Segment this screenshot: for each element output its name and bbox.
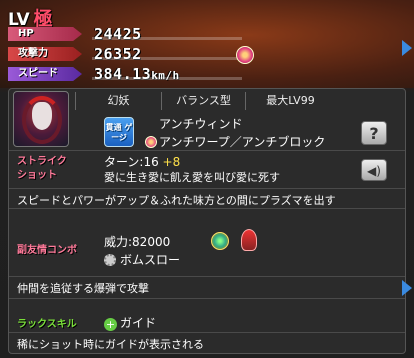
luck-skill-description: 稀にショット時にガイドが表示される [17,338,204,351]
ability-row: 幻妖 バランス型 最大LV99 貫通 ゲージ アンチウィンド アンチワープ／アン… [9,89,405,151]
hp-value: 24425 [94,25,142,43]
atk-value: 26352 [94,45,142,63]
rocket-icon [241,229,257,251]
stats-header: LV 極 HP 24425 攻撃力 26352 スピード 384.13km/h [0,0,414,88]
tribe-tag: 幻妖 [75,92,161,110]
luck-skill-name-wrap: + ガイド [104,314,156,331]
monster-portrait [13,91,69,147]
scroll-arrow-icon[interactable] [402,280,412,296]
hp-bar [92,37,242,40]
gauge-gem-icon [145,136,157,148]
max-level-tag: 最大LV99 [245,92,335,110]
spd-number: 384.13 [94,65,152,83]
plus-icon: + [104,318,117,331]
combo-power: 威力:82000 [104,235,171,249]
ability-2: アンチワープ／アンチブロック [159,135,326,149]
combo-name: ボムスロー [120,253,181,267]
ability-2-wrap: アンチワープ／アンチブロック [145,133,325,150]
combo-description: 仲間を追従する爆弾で攻撃 [17,282,149,295]
ability-1: アンチウィンド [159,117,243,131]
combo-label: 副友情コンボ [17,245,77,256]
combo-desc-row: 仲間を追従する爆弾で攻撃 [9,277,405,299]
spd-bar [92,77,242,80]
speaker-icon[interactable]: ◀) [361,159,387,181]
gauge-icon [236,46,254,64]
pierce-gauge-icon: 貫通 ゲージ [104,117,134,147]
atk-stat: 攻撃力 26352 [8,45,308,63]
portrait-face [32,102,52,130]
detail-panel: 幻妖 バランス型 最大LV99 貫通 ゲージ アンチウィンド アンチワープ／アン… [8,88,406,354]
luck-skill-row: ラックスキル + ガイド [9,311,405,333]
strike-shot-row: ストライク ショット ターン:16 +8 愛に生き愛に飢え愛を叫び愛に死す ◀) [9,151,405,189]
atk-bar [92,57,242,60]
luck-desc-row: 稀にショット時にガイドが表示される [9,333,405,353]
gear-icon [104,254,116,266]
combo-row: 副友情コンボ 威力:82000 ボムスロー [9,229,405,277]
next-arrow-icon[interactable] [402,40,412,56]
spd-unit: km/h [151,69,180,82]
atk-label: 攻撃力 [8,47,82,61]
type-tag: バランス型 [161,92,245,110]
monster-detail-screen: LV極 HP 24425 攻撃力 26352 スピード 384.13km/h [0,0,414,358]
combo-name-wrap: ボムスロー [104,251,180,268]
hp-stat: HP 24425 [8,25,308,43]
strike-shot-desc-row: スピードとパワーがアップ＆ふれた味方との間にプラズマを出す [9,189,405,209]
turn-count: ターン:16 +8 [104,153,180,170]
spd-label: スピード [8,67,82,81]
luck-skill-name: ガイド [120,316,157,330]
strike-shot-label: ストライク ショット [17,156,67,181]
turn-label: ターン:16 [104,155,159,169]
monster-tags: 幻妖 バランス型 最大LV99 [75,92,335,110]
spd-value: 384.13km/h [94,65,180,83]
spd-stat: スピード 384.13km/h [8,65,308,83]
element-icon [211,232,229,250]
hp-label: HP [8,27,82,41]
help-button[interactable]: ? [361,121,387,145]
luck-skill-label: ラックスキル [17,319,77,330]
strike-shot-name: 愛に生き愛に飢え愛を叫び愛に死す [104,171,280,184]
strike-shot-description: スピードとパワーがアップ＆ふれた味方との間にプラズマを出す [17,194,336,207]
turn-bonus: +8 [162,155,181,169]
